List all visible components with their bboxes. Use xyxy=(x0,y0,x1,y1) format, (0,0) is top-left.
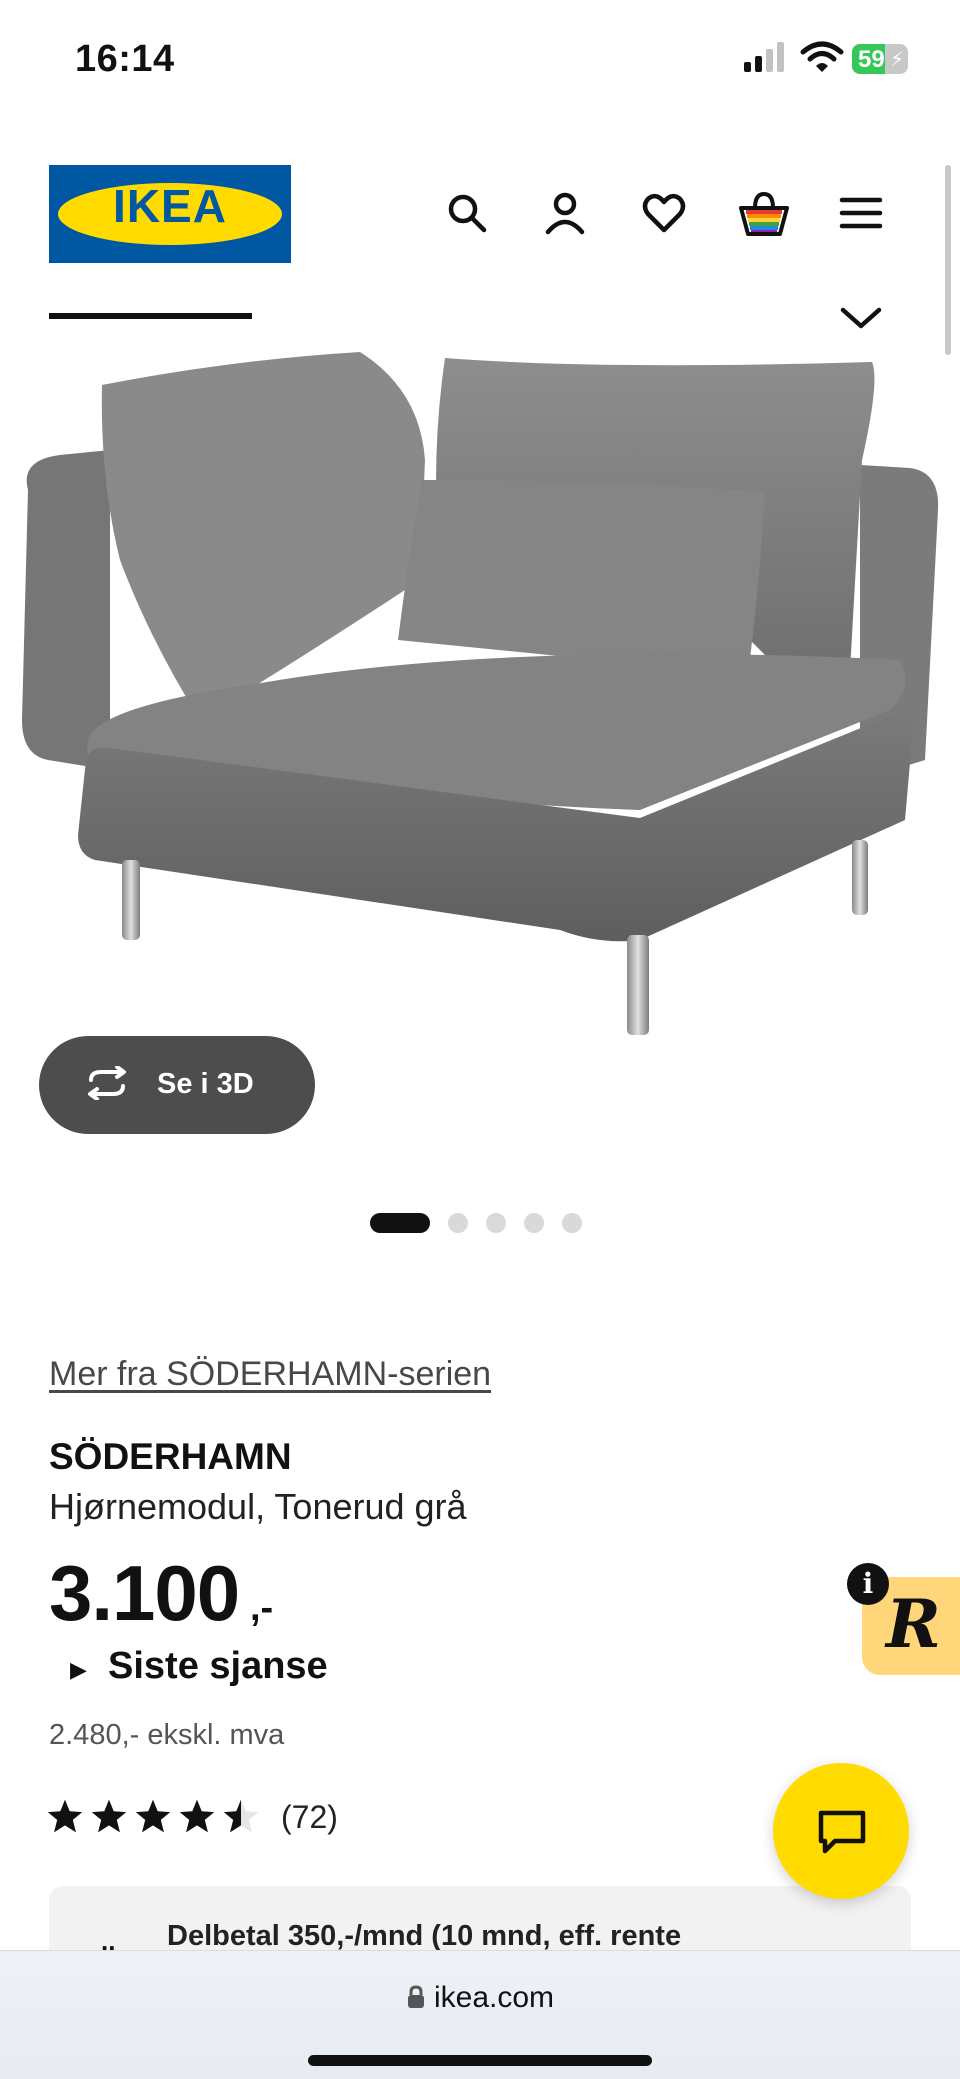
view-in-3d-button[interactable]: Se i 3D xyxy=(39,1036,315,1134)
series-link[interactable]: Mer fra SÖDERHAMN-serien xyxy=(49,1355,491,1394)
url-text: ikea.com xyxy=(433,1981,555,2014)
active-section-indicator xyxy=(49,313,252,319)
account-icon[interactable] xyxy=(542,190,588,236)
battery-indicator: 59 ⚡ xyxy=(852,44,908,74)
charging-bolt-icon: ⚡ xyxy=(889,49,904,71)
ikea-logo[interactable]: IKEA xyxy=(49,165,291,263)
rating-count[interactable]: (72) xyxy=(281,1799,338,1836)
rotate-3d-icon xyxy=(88,1066,126,1100)
star-icon xyxy=(179,1799,215,1833)
info-icon[interactable]: i xyxy=(847,1563,889,1605)
battery-level: 59 xyxy=(858,46,885,73)
view-in-3d-label: Se i 3D xyxy=(157,1068,254,1100)
pagination-dot-2[interactable] xyxy=(448,1213,468,1233)
caret-right-icon: ▶ xyxy=(70,1657,87,1682)
pagination-dot-3[interactable] xyxy=(486,1213,506,1233)
cellular-signal-icon xyxy=(744,42,784,72)
price-suffix: ,- xyxy=(250,1587,274,1629)
pagination-dot-5[interactable] xyxy=(562,1213,582,1233)
status-time: 16:14 xyxy=(75,38,175,80)
home-indicator[interactable] xyxy=(308,2055,652,2066)
rewards-letter: R xyxy=(886,1585,941,1663)
cart-icon[interactable] xyxy=(738,188,790,238)
financing-text: Delbetal 350,-/mnd (10 mnd, eff. rente xyxy=(167,1920,682,1952)
rating-stars[interactable] xyxy=(46,1798,260,1834)
product-image[interactable] xyxy=(0,340,960,1040)
wifi-icon xyxy=(800,41,844,72)
star-icon xyxy=(91,1799,127,1833)
sale-label: Siste sjanse xyxy=(108,1645,328,1687)
product-description: Hjørnemodul, Tonerud grå xyxy=(49,1486,467,1527)
url-display[interactable]: ikea.com xyxy=(0,1981,960,2015)
star-icon xyxy=(135,1799,171,1833)
heart-icon[interactable] xyxy=(641,190,687,236)
price-ex-vat: 2.480,- ekskl. mva xyxy=(49,1719,285,1751)
pagination-dot-1[interactable] xyxy=(370,1213,430,1233)
chat-icon xyxy=(818,1810,866,1854)
browser-address-bar[interactable]: ikea.com xyxy=(0,1950,960,2079)
pagination-dot-4[interactable] xyxy=(524,1213,544,1233)
product-name: SÖDERHAMN xyxy=(49,1436,292,1477)
image-pagination[interactable] xyxy=(370,1212,582,1234)
chat-button[interactable] xyxy=(773,1763,909,1899)
half-star-icon xyxy=(223,1799,259,1833)
product-price: 3.100 xyxy=(49,1549,240,1637)
scrollbar[interactable] xyxy=(945,165,951,355)
menu-icon[interactable] xyxy=(838,190,884,236)
lock-icon xyxy=(407,1985,424,2008)
star-icon xyxy=(47,1799,83,1833)
search-icon[interactable] xyxy=(444,190,490,236)
logo-text: IKEA xyxy=(113,180,227,232)
chevron-down-icon[interactable] xyxy=(840,306,882,330)
